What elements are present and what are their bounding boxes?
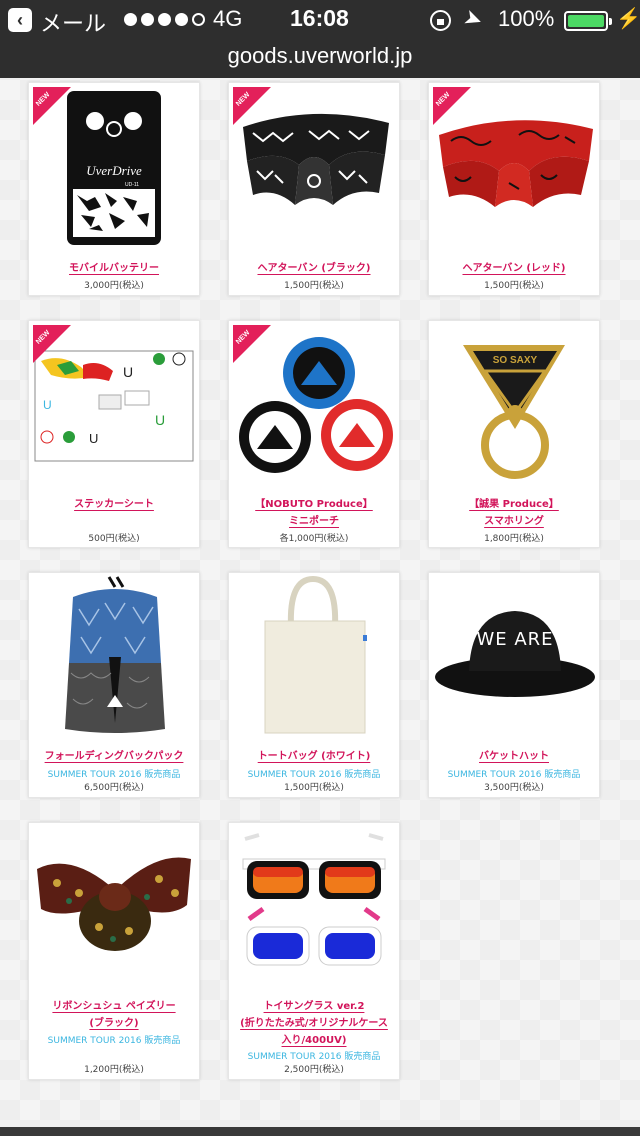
new-badge: NEW — [33, 87, 71, 125]
url-bar[interactable]: goods.uverworld.jp — [0, 40, 640, 78]
product-name-link[interactable]: ミニポーチ — [233, 514, 395, 530]
product-name-link[interactable]: スマホリング — [433, 514, 595, 530]
product-price: 6,500円(税込) — [84, 783, 144, 793]
browser-toolbar-edge — [0, 1127, 640, 1136]
back-to-app-icon[interactable]: ‹ — [8, 8, 32, 32]
battery-icon — [564, 11, 612, 31]
product-name-link[interactable]: (折りたたみ式/オリジナルケース — [233, 1016, 395, 1032]
hat-print-text: WE ARE — [476, 629, 553, 650]
product-name-link[interactable]: (ブラック) — [33, 1016, 195, 1032]
new-badge: NEW — [33, 325, 71, 363]
location-arrow-icon: ➤ — [460, 3, 487, 34]
product-price: 1,500円(税込) — [284, 281, 344, 291]
back-to-app-label[interactable]: メール — [40, 6, 106, 38]
product-price: 各1,000円(税込) — [279, 534, 349, 544]
product-card[interactable]: リボンシュシュ ペイズリー (ブラック) SUMMER TOUR 2016 販売… — [28, 822, 200, 1080]
product-image-toy-sunglasses[interactable] — [229, 823, 399, 993]
product-name-link[interactable]: トイサングラス ver.2 — [233, 999, 395, 1015]
product-price: 1,500円(税込) — [484, 281, 544, 291]
product-tour-note: SUMMER TOUR 2016 販売商品 — [47, 1036, 181, 1046]
svg-text:U: U — [155, 412, 165, 428]
product-name-link[interactable]: ヘアターバン (レッド) — [433, 261, 595, 277]
product-tour-note: SUMMER TOUR 2016 販売商品 — [247, 770, 381, 780]
product-card[interactable]: UverDrive UD-11 NEW モバイルバッテリー 3,000円(税込) — [28, 82, 200, 296]
product-image-bucket-hat[interactable]: WE ARE — [429, 573, 599, 743]
product-name-link[interactable]: リボンシュシュ ペイズリー — [33, 999, 195, 1015]
product-price: 1,500円(税込) — [284, 783, 344, 793]
product-card[interactable]: NEW 【NOBUTO Produce】 ミニポーチ 各1,000円(税込) — [228, 320, 400, 548]
product-image-phone-ring[interactable]: SO SAXY — [429, 321, 599, 491]
product-card[interactable]: NEW ヘアターバン (レッド) 1,500円(税込) — [428, 82, 600, 296]
product-card[interactable]: NEW ヘアターバン (ブラック) 1,500円(税込) — [228, 82, 400, 296]
product-name-link[interactable]: モバイルバッテリー — [33, 261, 195, 277]
product-price: 500円(税込) — [88, 534, 140, 544]
charging-bolt-icon: ⚡ — [616, 8, 640, 30]
product-name-link[interactable]: 【NOBUTO Produce】 — [233, 497, 395, 513]
product-card[interactable]: トイサングラス ver.2 (折りたたみ式/オリジナルケース 入り/400UV)… — [228, 822, 400, 1080]
product-tour-note: SUMMER TOUR 2016 販売商品 — [447, 770, 581, 780]
clock: 16:08 — [290, 5, 349, 31]
ring-text: SO SAXY — [493, 355, 538, 366]
status-bar: ‹ メール 4G 16:08 ➤ 100% ⚡ — [0, 0, 640, 40]
product-name-link[interactable]: 入り/400UV) — [233, 1033, 395, 1049]
product-name-link[interactable]: フォールディングバックパック — [33, 749, 195, 765]
product-price: 2,500円(税込) — [284, 1065, 344, 1075]
product-card[interactable]: U U U U NEW ステッカーシート 500円(税込) — [28, 320, 200, 548]
product-card[interactable]: フォールディングバックパック SUMMER TOUR 2016 販売商品 6,5… — [28, 572, 200, 798]
product-price: 1,200円(税込) — [84, 1065, 144, 1075]
new-badge: NEW — [433, 87, 471, 125]
product-price: 1,800円(税込) — [484, 534, 544, 544]
product-image-ribbon-scrunchie[interactable] — [29, 823, 199, 993]
product-tour-note: SUMMER TOUR 2016 販売商品 — [47, 770, 181, 780]
product-card[interactable]: トートバッグ (ホワイト) SUMMER TOUR 2016 販売商品 1,50… — [228, 572, 400, 798]
pedal-brand-text: UverDrive — [86, 163, 142, 178]
product-image-folding-backpack[interactable] — [29, 573, 199, 743]
product-name-link[interactable]: トートバッグ (ホワイト) — [233, 749, 395, 765]
pedal-model-text: UD-11 — [125, 182, 139, 188]
product-name-link[interactable]: ヘアターバン (ブラック) — [233, 261, 395, 277]
svg-text:U: U — [89, 431, 98, 446]
rotation-lock-icon — [430, 10, 451, 31]
svg-text:U: U — [123, 364, 133, 380]
product-name-link[interactable]: 【誠果 Produce】 — [433, 497, 595, 513]
signal-strength-icon — [124, 13, 205, 26]
product-card[interactable]: SO SAXY 【誠果 Produce】 スマホリング 1,800円(税込) — [428, 320, 600, 548]
product-name-link[interactable]: ステッカーシート — [33, 497, 195, 513]
svg-text:U: U — [43, 398, 52, 412]
product-tour-note: SUMMER TOUR 2016 販売商品 — [247, 1052, 381, 1062]
network-type: 4G — [213, 6, 243, 31]
product-card[interactable]: WE ARE バケットハット SUMMER TOUR 2016 販売商品 3,5… — [428, 572, 600, 798]
new-badge: NEW — [233, 87, 271, 125]
product-price: 3,500円(税込) — [484, 783, 544, 793]
product-price: 3,000円(税込) — [84, 281, 144, 291]
new-badge: NEW — [233, 325, 271, 363]
product-image-tote-bag[interactable] — [229, 573, 399, 743]
product-name-link[interactable]: バケットハット — [433, 749, 595, 765]
battery-percent: 100% — [498, 6, 555, 31]
